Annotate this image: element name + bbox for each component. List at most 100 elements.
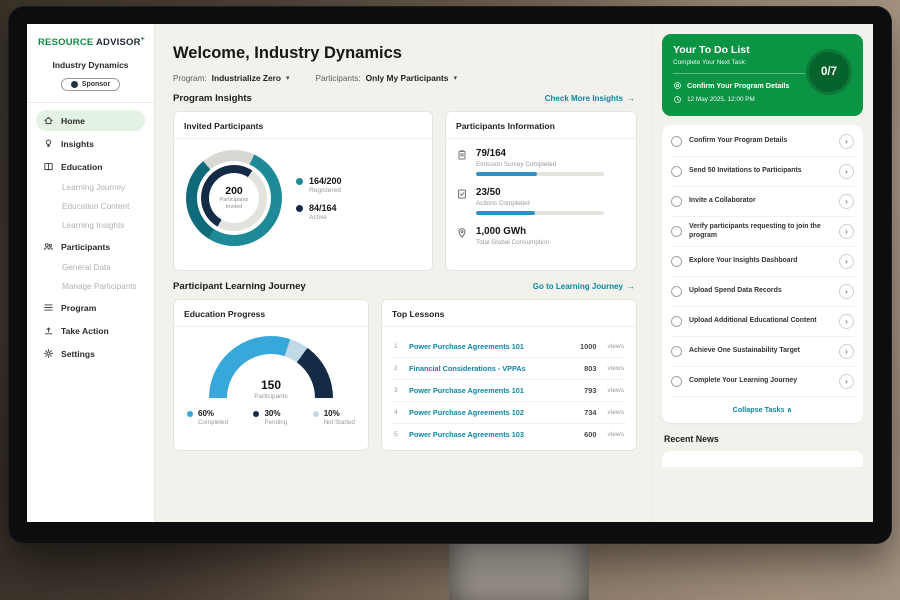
task-row-achieve-sustainability-target[interactable]: Achieve One Sustainability Target › xyxy=(671,337,854,367)
gauge-center-label: Participants xyxy=(209,393,333,400)
screen: RESOURCE ADVISOR+ Industry Dynamics Spon… xyxy=(27,24,873,522)
filter-label: Program: xyxy=(173,74,207,83)
arrow-right-icon: → xyxy=(627,94,635,103)
app-logo: RESOURCE ADVISOR+ xyxy=(36,36,145,48)
lesson-row: 3 Power Purchase Agreements 101 793views xyxy=(392,380,626,402)
chevron-right-icon[interactable]: › xyxy=(839,374,854,389)
lesson-link[interactable]: Financial Considerations - VPPAs xyxy=(409,364,576,373)
donut-center-label: Participants Invited xyxy=(213,197,255,212)
chevron-down-icon: ▾ xyxy=(453,74,457,82)
task-row-complete-learning-journey[interactable]: Complete Your Learning Journey › xyxy=(671,367,854,397)
lesson-link[interactable]: Power Purchase Agreements 102 xyxy=(409,408,576,417)
sidebar-item-label: Learning Journey xyxy=(62,183,125,192)
sidebar-item-take-action[interactable]: Take Action xyxy=(36,320,145,341)
chevron-right-icon[interactable]: › xyxy=(839,164,854,179)
task-row-verify-participants[interactable]: Verify participants requesting to join t… xyxy=(671,217,854,247)
sidebar-item-manage-participants[interactable]: Manage Participants xyxy=(36,278,145,295)
sidebar-item-participants[interactable]: Participants xyxy=(36,236,145,257)
lesson-row: 5 Power Purchase Agreements 103 600views xyxy=(392,424,626,445)
sidebar-item-education[interactable]: Education xyxy=(36,156,145,177)
legend-dot xyxy=(296,205,303,212)
todo-divider xyxy=(673,73,805,74)
legend-item-active: 84/164 Active xyxy=(296,203,342,221)
sidebar-item-label: General Data xyxy=(62,263,111,272)
invited-participants-donut-chart: 200 Participants Invited xyxy=(186,150,282,246)
sidebar-item-learning-insights[interactable]: Learning Insights xyxy=(36,217,145,234)
legend-item-registered: 164/200 Registered xyxy=(296,176,342,194)
sidebar-item-settings[interactable]: Settings xyxy=(36,343,145,364)
sidebar-item-education-content[interactable]: Education Content xyxy=(36,198,145,215)
sidebar-item-label: Participants xyxy=(61,242,110,252)
task-checkbox[interactable] xyxy=(671,256,682,267)
chevron-right-icon[interactable]: › xyxy=(839,134,854,149)
chevron-right-icon[interactable]: › xyxy=(839,314,854,329)
filter-value: Only My Participants xyxy=(366,73,449,83)
progress-bar xyxy=(476,172,604,176)
card-title: Invited Participants xyxy=(174,121,432,139)
legend-dot xyxy=(187,411,193,417)
logo-text-primary: RESOURCE xyxy=(38,37,93,48)
lesson-link[interactable]: Power Purchase Agreements 101 xyxy=(409,342,572,351)
todo-next-task-time: 12 May 2025, 12:00 PM xyxy=(673,95,852,104)
lesson-row: 2 Financial Considerations - VPPAs 803vi… xyxy=(392,358,626,380)
sidebar-item-label: Learning Insights xyxy=(62,221,124,230)
task-checkbox[interactable] xyxy=(671,286,682,297)
chevron-right-icon[interactable]: › xyxy=(839,254,854,269)
todo-task-list: Confirm Your Program Details › Send 50 I… xyxy=(662,125,863,423)
lightbulb-icon xyxy=(43,138,54,149)
task-row-upload-educational-content[interactable]: Upload Additional Educational Content › xyxy=(671,307,854,337)
sidebar-item-general-data[interactable]: General Data xyxy=(36,259,145,276)
filter-bar: Program: Industrialize Zero ▾ Participan… xyxy=(173,73,637,83)
program-filter-dropdown[interactable]: Program: Industrialize Zero ▾ xyxy=(173,73,290,83)
task-checkbox[interactable] xyxy=(671,226,682,237)
sidebar-item-insights[interactable]: Insights xyxy=(36,133,145,154)
stat-emission-survey: 79/164 Emission Survey Completed xyxy=(456,148,626,176)
sidebar-item-label: Education xyxy=(61,162,103,172)
sidebar-item-label: Manage Participants xyxy=(62,282,137,291)
page-title: Welcome, Industry Dynamics xyxy=(173,44,637,63)
invited-participants-card: Invited Participants 200 Participants In… xyxy=(173,111,433,271)
task-row-send-invitations[interactable]: Send 50 Invitations to Participants › xyxy=(671,157,854,187)
chevron-right-icon[interactable]: › xyxy=(839,344,854,359)
legend-item-not-started: 10% Not Started xyxy=(313,409,355,426)
education-progress-card: Education Progress 150 Participants 60% xyxy=(173,299,369,451)
task-checkbox[interactable] xyxy=(671,376,682,387)
sidebar-item-learning-journey[interactable]: Learning Journey xyxy=(36,179,145,196)
lesson-link[interactable]: Power Purchase Agreements 103 xyxy=(409,430,576,439)
sidebar-item-program[interactable]: Program xyxy=(36,297,145,318)
collapse-tasks-link[interactable]: Collapse Tasks ∧ xyxy=(671,397,854,421)
check-more-insights-link[interactable]: Check More Insights → xyxy=(545,94,635,103)
sidebar-item-home[interactable]: Home xyxy=(36,110,145,131)
gauge-legend: 60% Completed 30% Pending xyxy=(184,409,358,426)
book-icon xyxy=(43,161,54,172)
chevron-right-icon[interactable]: › xyxy=(839,284,854,299)
section-title-program-insights: Program Insights xyxy=(173,93,252,104)
participants-information-card: Participants Information 79/164 Emission… xyxy=(445,111,637,271)
stat-global-consumption: 1,000 GWh Total Global Consumption xyxy=(456,226,626,250)
legend-dot xyxy=(313,411,319,417)
logo-plus: + xyxy=(141,36,145,43)
task-checkbox[interactable] xyxy=(671,316,682,327)
clock-icon xyxy=(673,95,682,104)
lesson-link[interactable]: Power Purchase Agreements 101 xyxy=(409,386,576,395)
sidebar-divider xyxy=(27,102,154,103)
task-checkbox[interactable] xyxy=(671,136,682,147)
chevron-right-icon[interactable]: › xyxy=(839,224,854,239)
participants-filter-dropdown[interactable]: Participants: Only My Participants ▾ xyxy=(316,73,457,83)
task-row-explore-insights[interactable]: Explore Your Insights Dashboard › xyxy=(671,247,854,277)
sponsor-icon xyxy=(71,81,78,88)
task-row-invite-collaborator[interactable]: Invite a Collaborator › xyxy=(671,187,854,217)
task-row-confirm-program-details[interactable]: Confirm Your Program Details › xyxy=(671,127,854,157)
filter-value: Industrialize Zero xyxy=(212,73,281,83)
legend-item-completed: 60% Completed xyxy=(187,409,228,426)
task-row-upload-spend-data[interactable]: Upload Spend Data Records › xyxy=(671,277,854,307)
check-doc-icon xyxy=(456,188,468,200)
task-checkbox[interactable] xyxy=(671,166,682,177)
legend-dot xyxy=(296,178,303,185)
chevron-right-icon[interactable]: › xyxy=(839,194,854,209)
task-checkbox[interactable] xyxy=(671,196,682,207)
go-to-learning-journey-link[interactable]: Go to Learning Journey → xyxy=(533,282,635,291)
sponsor-label: Sponsor xyxy=(82,81,110,88)
task-checkbox[interactable] xyxy=(671,346,682,357)
survey-icon xyxy=(456,149,468,161)
